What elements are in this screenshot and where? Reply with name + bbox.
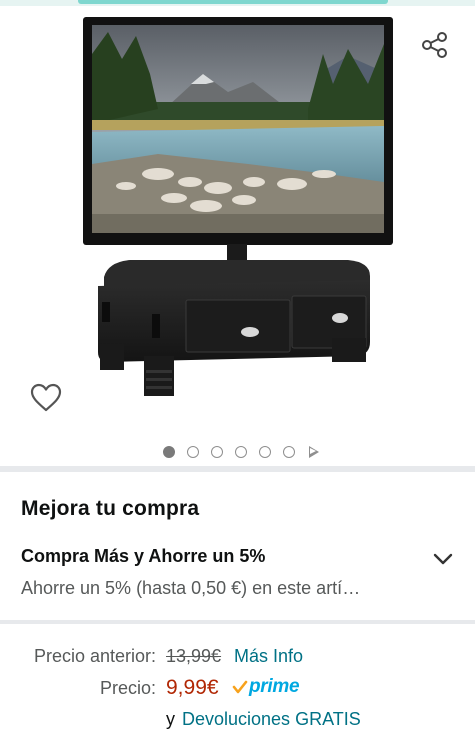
carousel-dot-3[interactable] bbox=[210, 446, 223, 458]
carousel-dot-6[interactable] bbox=[282, 446, 295, 458]
section-divider bbox=[0, 466, 475, 472]
share-button[interactable] bbox=[418, 28, 452, 62]
quantity-discount-row[interactable]: Compra Más y Ahorre un 5% Ahorre un 5% (… bbox=[0, 536, 475, 610]
carousel-dot-5[interactable] bbox=[258, 446, 271, 458]
carousel-dot-4[interactable] bbox=[234, 446, 247, 458]
product-gallery[interactable] bbox=[0, 6, 475, 466]
carousel-dots[interactable] bbox=[0, 442, 475, 462]
section-divider-thin bbox=[0, 620, 475, 624]
price-label: Precio: bbox=[99, 678, 156, 698]
price-value: 9,99€ bbox=[166, 676, 219, 699]
discount-title: Compra Más y Ahorre un 5% bbox=[21, 546, 266, 566]
discount-description: Ahorre un 5% (hasta 0,50 €) en este artí… bbox=[21, 578, 361, 598]
top-strip-bar bbox=[78, 0, 388, 4]
free-returns-link[interactable]: Devoluciones GRATIS bbox=[182, 709, 361, 730]
previous-price-value: 13,99€ bbox=[166, 646, 222, 666]
more-info-link[interactable]: Más Info bbox=[234, 646, 303, 667]
share-icon bbox=[422, 32, 447, 58]
price-block: Precio anterior: 13,99€ Más Info Precio:… bbox=[0, 636, 475, 736]
prime-check-icon bbox=[232, 680, 248, 694]
prime-badge: prime bbox=[232, 676, 300, 698]
and-text: y bbox=[166, 709, 175, 729]
chevron-down-icon[interactable] bbox=[432, 548, 454, 570]
carousel-dot-1[interactable] bbox=[162, 446, 175, 458]
improve-purchase-title: Mejora tu compra bbox=[21, 497, 200, 520]
play-icon[interactable] bbox=[308, 446, 319, 458]
add-to-wishlist-button[interactable] bbox=[26, 378, 66, 418]
product-image[interactable] bbox=[78, 14, 398, 404]
previous-price-label: Precio anterior: bbox=[33, 646, 156, 666]
prime-label: prime bbox=[249, 676, 300, 697]
carousel-dot-2[interactable] bbox=[186, 446, 199, 458]
heart-icon bbox=[30, 383, 62, 412]
